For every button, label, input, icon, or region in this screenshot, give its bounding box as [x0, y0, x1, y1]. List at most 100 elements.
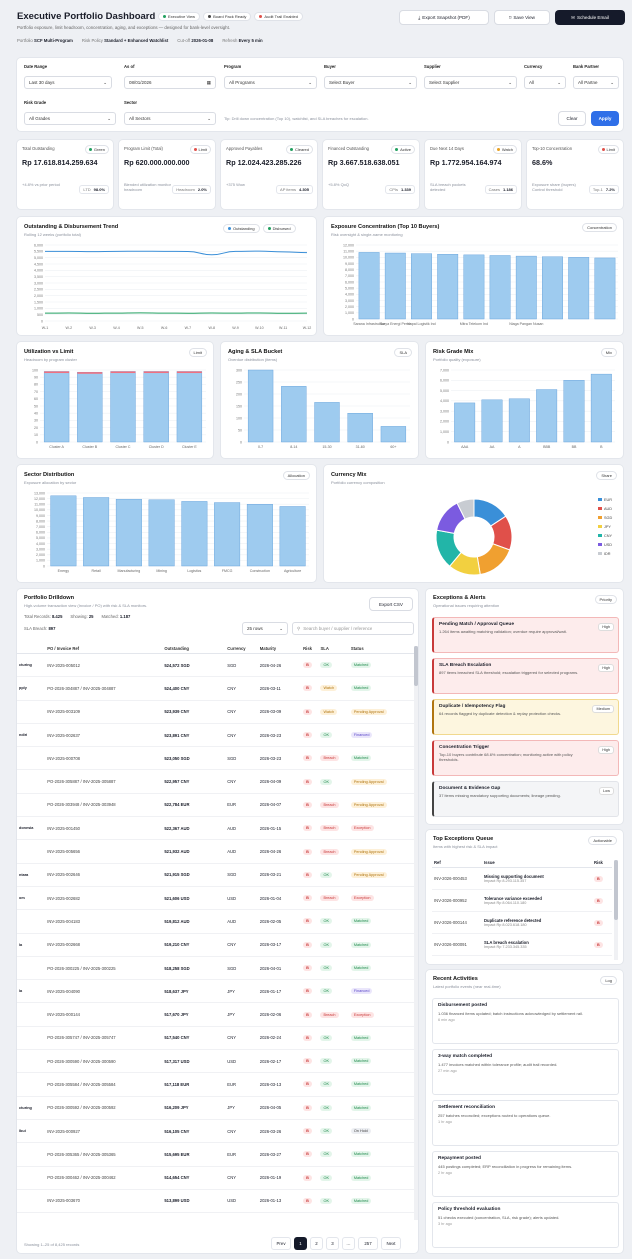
column-header[interactable]: Maturity	[258, 644, 301, 654]
page-button[interactable]: 257	[358, 1237, 378, 1250]
table-row[interactable]: donesia INV-2025-001450 522,367 AUD AUD 2026…	[17, 817, 414, 840]
ref-cell[interactable]: INV-2025-002637	[45, 723, 162, 746]
search-input[interactable]: ⚲ Search buyer / supplier / reference	[292, 622, 414, 635]
table-row[interactable]: cturing INV-2025-005012 524,572 SGD SGD 2026…	[17, 654, 414, 677]
table-row[interactable]: INV-2025-003109 523,939 CNY CNY 2026-03-09 B…	[17, 700, 414, 724]
activity-item[interactable]: 3-way match completed 1.477 invoices matc…	[432, 1049, 619, 1095]
table-row[interactable]: la INV-2025-004090 518,637 JPY JPY 2026-01-1…	[17, 980, 414, 1003]
scrollbar-thumb[interactable]	[614, 860, 618, 920]
column-header[interactable]: Currency	[225, 644, 258, 654]
bank-partner-select[interactable]: All Partne ⌄	[573, 76, 619, 89]
log-chip[interactable]: Log	[600, 976, 617, 985]
page-button[interactable]: 3	[326, 1237, 339, 1250]
ref-cell[interactable]: PO-2026-300590 / INV-2025-300590	[45, 1050, 162, 1073]
table-row[interactable]: PO-2026-305584 / INV-2025-305584 517,118 …	[17, 1073, 414, 1097]
table-row[interactable]: INV-2025-000708 523,050 SGD SGD 2026-03-23 B…	[17, 747, 414, 770]
table-row[interactable]: PO-2026-300462 / INV-2025-300462 514,654 …	[17, 1166, 414, 1190]
table-row[interactable]: pply PO-2026-304887 / INV-2025-304887 524,…	[17, 677, 414, 701]
buyer-select[interactable]: Select Buyer ⌄	[324, 76, 417, 89]
ref-cell[interactable]: INV-2025-005656	[45, 840, 162, 863]
ref-cell[interactable]: INV-2025-000927	[45, 1119, 162, 1142]
program-select[interactable]: All Programs ⌄	[224, 76, 317, 89]
risk-grade-select[interactable]: All Grades ⌄	[24, 112, 116, 125]
queue-scrollbar[interactable]	[614, 860, 618, 960]
date-range-select[interactable]: Last 30 days ⌄	[24, 76, 112, 89]
clear-button[interactable]: Clear	[558, 111, 586, 126]
ref-cell[interactable]: INV-2025-003670	[45, 1189, 162, 1212]
mix-chip[interactable]: Mix	[600, 348, 617, 357]
table-row[interactable]: PO-2026-305887 / INV-2025-305887 522,957 …	[17, 770, 414, 794]
share-chip[interactable]: Share	[596, 471, 617, 480]
table-row[interactable]: ndiri INV-2025-002637 523,891 CNY CNY 2026-0…	[17, 723, 414, 747]
table-row[interactable]: lbui INV-2025-000927 516,105 CNY CNY 2026-03…	[17, 1119, 414, 1143]
activity-item[interactable]: Policy threshold evaluation 51 checks exe…	[432, 1202, 619, 1248]
page-button[interactable]: 2	[310, 1237, 323, 1250]
sector-select[interactable]: All Sectors ⌄	[124, 112, 216, 125]
prev-page-button[interactable]: Prev	[271, 1237, 291, 1250]
table-row[interactable]: PO-2026-303948 / INV-2025-303948 522,784 …	[17, 793, 414, 817]
table-row[interactable]: PO-2026-305365 / INV-2025-305365 515,695 …	[17, 1143, 414, 1167]
queue-row[interactable]: INV-2026-000144 Duplicate reference detec…	[432, 912, 612, 934]
table-row[interactable]: INV-2025-000144 517,670 JPY JPY 2026-02-06 B…	[17, 1003, 414, 1027]
alert-item[interactable]: Document & Evidence Gap 37 items missing …	[432, 781, 619, 817]
queue-row[interactable]: INV-2026-000952 Tolerance variance exceed…	[432, 890, 612, 912]
save-view-button[interactable]: ⌑ Save View	[494, 10, 550, 25]
queue-row[interactable]: INV-2026-000453 Missing supporting docume…	[432, 868, 612, 890]
ref-cell[interactable]: INV-2025-002682	[45, 886, 162, 909]
alert-item[interactable]: SLA Breach Escalation 897 items breached …	[432, 658, 619, 694]
table-row[interactable]: PO-2026-300225 / INV-2025-300225 518,258 …	[17, 956, 414, 980]
activity-item[interactable]: Repayment posted 445 postings completed; …	[432, 1151, 619, 1197]
currency-select[interactable]: All ⌄	[524, 76, 566, 89]
concentration-chip[interactable]: Concentration	[582, 223, 617, 232]
alert-item[interactable]: Duplicate / Idempotency Flag 64 records f…	[432, 699, 619, 735]
table-row[interactable]: PO-2026-305747 / INV-2025-305747 517,540 …	[17, 1026, 414, 1050]
schedule-email-button[interactable]: ✉ Schedule Email	[555, 10, 625, 25]
ref-cell[interactable]: INV-2025-002646	[45, 863, 162, 886]
column-header[interactable]: Outstanding	[162, 644, 225, 654]
table-row[interactable]: INV-2025-004183 519,812 AUD AUD 2026-02-05 B…	[17, 910, 414, 934]
table-row[interactable]: PO-2026-300590 / INV-2025-300590 517,317 …	[17, 1050, 414, 1073]
supplier-select[interactable]: Select Supplier ⌄	[424, 76, 517, 89]
ref-cell[interactable]: INV-2025-004090	[45, 980, 162, 1003]
actionable-chip[interactable]: Actionable	[588, 836, 617, 845]
page-button[interactable]: 1	[294, 1237, 307, 1250]
ref-cell[interactable]: PO-2026-300225 / INV-2025-300225	[45, 956, 162, 979]
alert-item[interactable]: Pending Match / Approval Queue 1.264 item…	[432, 617, 619, 653]
column-header[interactable]: Status	[349, 644, 414, 654]
ref-cell[interactable]: INV-2025-005012	[45, 654, 162, 677]
ref-cell[interactable]: PO-2026-300592 / INV-2025-300592	[45, 1096, 162, 1119]
next-page-button[interactable]: Next	[381, 1237, 401, 1250]
ref-cell[interactable]: PO-2026-305584 / INV-2025-305584	[45, 1073, 162, 1096]
table-row[interactable]: INV-2025-005656 521,932 AUD AUD 2026-04-26 B…	[17, 840, 414, 864]
rows-per-page-select[interactable]: 25 rows ⌄	[242, 622, 288, 635]
column-header[interactable]: PO / Invoice Ref	[45, 644, 162, 654]
table-scrollbar[interactable]	[414, 646, 418, 1220]
as-of-date-input[interactable]: 08/01/2026 ▦	[124, 76, 216, 89]
export-csv-button[interactable]: Export CSV	[369, 597, 413, 611]
column-header[interactable]	[17, 644, 45, 654]
sla-chip[interactable]: SLA	[394, 348, 412, 357]
ref-cell[interactable]: PO-2026-305365 / INV-2025-305365	[45, 1143, 162, 1166]
limit-chip[interactable]: Limit	[188, 348, 207, 357]
alert-item[interactable]: Concentration Trigger Top-10 buyers contr…	[432, 740, 619, 776]
ref-cell[interactable]: PO-2026-305747 / INV-2025-305747	[45, 1026, 162, 1049]
table-row[interactable]: cturing PO-2026-300592 / INV-2025-300592 5…	[17, 1096, 414, 1120]
ref-cell[interactable]: INV-2025-004183	[45, 910, 162, 933]
ref-cell[interactable]: PO-2026-304887 / INV-2025-304887	[45, 677, 162, 700]
table-row[interactable]: la INV-2025-002668 519,210 CNY CNY 2026-03-1…	[17, 933, 414, 957]
queue-row[interactable]: INV-2026-000091 SLA breach escalation Impa…	[432, 934, 612, 956]
priority-chip[interactable]: Priority	[594, 595, 617, 604]
export-snapshot-button[interactable]: ⤓ Export Snapshot (PDF)	[399, 10, 489, 25]
ref-cell[interactable]: INV-2025-003109	[45, 700, 162, 723]
ref-cell[interactable]: INV-2025-000144	[45, 1003, 162, 1026]
table-row[interactable]: ntara INV-2025-002646 521,915 SGD SGD 2026-0…	[17, 863, 414, 887]
ref-cell[interactable]: PO-2026-305887 / INV-2025-305887	[45, 770, 162, 793]
allocation-chip[interactable]: Allocation	[282, 471, 310, 480]
apply-button[interactable]: Apply	[591, 111, 619, 126]
scrollbar-thumb[interactable]	[414, 646, 418, 686]
column-header[interactable]: Risk	[301, 644, 318, 654]
table-row[interactable]: INV-2025-003670 513,899 USD USD 2026-01-13 B…	[17, 1189, 414, 1213]
activity-item[interactable]: Disbursement posted 1.036 financed items …	[432, 998, 619, 1044]
ref-cell[interactable]: PO-2026-300462 / INV-2025-300462	[45, 1166, 162, 1189]
ref-cell[interactable]: PO-2026-303948 / INV-2025-303948	[45, 793, 162, 816]
